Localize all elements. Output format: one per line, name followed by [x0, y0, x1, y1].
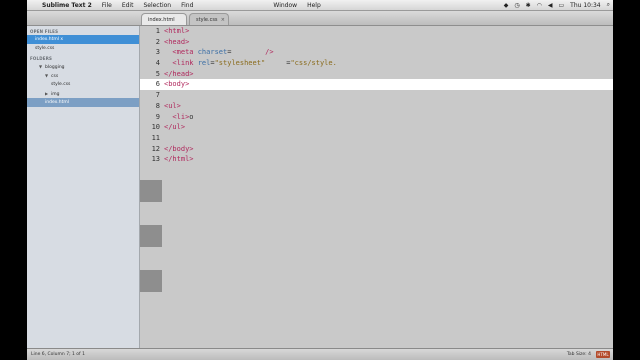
- battery-icon[interactable]: ▭: [555, 2, 567, 9]
- menu-find[interactable]: Find: [176, 2, 198, 9]
- cursor-position: Line 6, Column 7: [31, 352, 70, 357]
- line-number: 9: [155, 112, 160, 121]
- code-line[interactable]: </head>: [162, 69, 613, 80]
- code-line[interactable]: <meta charset= />: [162, 47, 613, 58]
- menu-help[interactable]: Help: [302, 2, 326, 9]
- line-number: 8: [155, 101, 160, 110]
- syntax-badge[interactable]: HTML: [596, 351, 610, 358]
- code-line[interactable]: <body>: [162, 79, 613, 91]
- line-number: 11: [151, 133, 160, 142]
- file-item[interactable]: style.css: [27, 80, 139, 89]
- gutter-marker: [140, 180, 162, 202]
- code-line[interactable]: <html>: [162, 26, 613, 37]
- code-token: <body>: [164, 80, 190, 89]
- code-token: "stylesheet": [214, 59, 266, 68]
- code-line[interactable]: <link rel="stylesheet" ="css/style.: [162, 58, 613, 69]
- sidebar: OPEN FILES index.html x style.css FOLDER…: [27, 26, 140, 348]
- folders-header: FOLDERS: [30, 56, 53, 61]
- folder-item[interactable]: ▼ css: [27, 71, 139, 80]
- clock[interactable]: Thu 10:34: [567, 2, 603, 9]
- time-machine-icon[interactable]: ◷: [511, 2, 522, 9]
- screen: Sublime Text 2 File Edit Selection Find …: [27, 0, 613, 360]
- open-file-item[interactable]: style.css: [27, 44, 139, 53]
- code-token: </ul>: [164, 123, 186, 132]
- menu-edit[interactable]: Edit: [117, 2, 139, 9]
- folder-item[interactable]: ▼ blogging: [27, 62, 139, 71]
- line-number: 10: [151, 123, 160, 132]
- match-count: 1 of 1: [72, 352, 85, 357]
- code-line[interactable]: [162, 133, 613, 144]
- code-line[interactable]: <ul>: [162, 101, 613, 112]
- code-token: </head>: [164, 69, 194, 78]
- menu-window[interactable]: Window: [268, 2, 302, 9]
- close-icon[interactable]: ×: [221, 14, 225, 26]
- file-label: index.html: [45, 100, 69, 105]
- dropbox-icon[interactable]: ◆: [501, 2, 512, 9]
- line-number: 2: [155, 37, 160, 46]
- folder-label: css: [51, 74, 59, 79]
- spotlight-icon[interactable]: ⌕: [604, 1, 613, 9]
- menu-bar: Sublime Text 2 File Edit Selection Find …: [27, 0, 613, 11]
- code-token: <html>: [164, 27, 190, 35]
- code-token: <meta: [164, 48, 198, 57]
- code-token: rel: [197, 59, 211, 68]
- volume-icon[interactable]: ◀: [545, 2, 556, 9]
- code-line[interactable]: <head>: [162, 37, 613, 48]
- file-label: style.css: [51, 82, 71, 87]
- line-number: 12: [151, 144, 160, 153]
- line-number: 4: [155, 59, 160, 68]
- code-line[interactable]: </body>: [162, 144, 613, 155]
- line-number: 7: [155, 91, 160, 100]
- code-token: </html>: [164, 155, 194, 164]
- code-line[interactable]: </html>: [162, 154, 613, 165]
- gutter-marker: [140, 225, 162, 247]
- tab-size[interactable]: Tab Size: 4: [567, 352, 591, 357]
- tab-bar: index.html x style.css ×: [27, 11, 613, 35]
- open-files-header: OPEN FILES: [30, 29, 59, 34]
- folder-label: blogging: [45, 65, 65, 70]
- code-token: <head>: [164, 37, 190, 46]
- status-position: Line 6, Column 7; 1 of 1: [31, 352, 85, 357]
- tab-label: style.css: [196, 17, 218, 23]
- code-token: o: [189, 112, 194, 121]
- file-item[interactable]: index.html: [27, 98, 139, 107]
- wifi-icon[interactable]: ◠: [534, 2, 545, 9]
- code-token: charset: [197, 48, 228, 57]
- code-line[interactable]: [162, 90, 613, 101]
- code-line[interactable]: <li>o: [162, 112, 613, 123]
- menu-file[interactable]: File: [97, 2, 117, 9]
- line-number: 13: [151, 155, 160, 164]
- code-token: <ul>: [164, 101, 181, 110]
- line-number: 3: [155, 48, 160, 57]
- folder-label: img: [51, 92, 60, 97]
- open-file-item[interactable]: index.html x: [27, 35, 139, 44]
- code-token: </body>: [164, 144, 194, 153]
- gutter-marker: [140, 270, 162, 292]
- line-number: 6: [140, 79, 162, 91]
- line-number: 5: [155, 69, 160, 78]
- tab-index-html[interactable]: index.html x: [141, 13, 187, 35]
- code-token: "css/style.: [290, 59, 337, 68]
- tab-style-css[interactable]: style.css ×: [189, 13, 229, 25]
- code-token: <link: [164, 59, 198, 68]
- line-number: 1: [155, 27, 160, 35]
- menu-selection[interactable]: Selection: [138, 2, 176, 9]
- code-token: />: [260, 48, 274, 57]
- code-editor[interactable]: <html> <head> <meta charset= /> <link rel…: [162, 26, 613, 348]
- code-token: <li>: [164, 112, 190, 121]
- status-bar: Line 6, Column 7; 1 of 1 Tab Size: 4 HTM…: [27, 348, 613, 360]
- code-line[interactable]: </ul>: [162, 122, 613, 133]
- bluetooth-icon[interactable]: ✱: [523, 2, 534, 9]
- folder-item[interactable]: ▶ img: [27, 89, 139, 98]
- menu-app-name[interactable]: Sublime Text 2: [37, 2, 97, 9]
